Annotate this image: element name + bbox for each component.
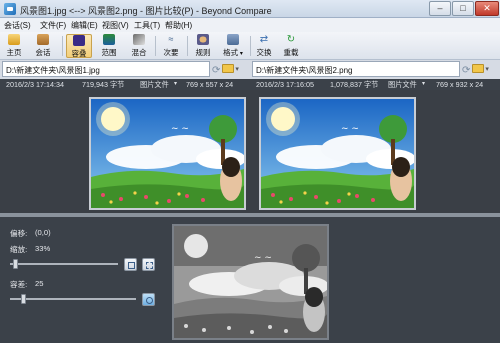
right-refresh-icon[interactable]: ⟳ [462,65,470,76]
right-folder-icon[interactable] [472,64,485,73]
svg-text:~ ~: ~ ~ [171,124,189,134]
left-refresh-icon[interactable]: ⟳ [212,65,220,76]
toolbar-separator [187,36,188,56]
approx-icon: ≈ [168,34,174,44]
svg-text:~ ~: ~ ~ [254,253,272,263]
tolerance-view-button[interactable] [142,293,155,306]
format-button[interactable]: 格式 ▾ [218,34,248,58]
tolerance-slider-thumb[interactable] [20,294,26,304]
range-icon [103,34,115,45]
overlay-button[interactable]: 容叠 [66,34,92,58]
left-folder-icon[interactable] [222,64,235,73]
right-size: 1,078,837 字节 [330,80,379,89]
minimize-button[interactable]: – [429,1,451,16]
format-icon [227,34,239,45]
actual-size-button[interactable] [142,258,155,271]
left-size: 719,943 字节 [82,80,125,89]
tolerance-label: 容差: [10,280,28,289]
menu-view[interactable]: 视图(V) [102,20,129,31]
compare-panel: 偏移: (0,0) 缩放: 33% 容差: 25 ~ ~ [0,217,500,343]
left-date: 2016/2/3 17:14:34 [6,80,64,89]
toolbar-separator [250,36,251,56]
sessions-button[interactable]: 会话 [28,34,58,58]
right-image-pane[interactable]: ~ ~ [250,90,500,213]
left-path-field[interactable]: D:\新建文件夹\风景图1.jpg [2,61,210,77]
home-icon [8,34,20,45]
right-path-field[interactable]: D:\新建文件夹\风景图2.png [252,61,460,77]
left-image: ~ ~ [89,97,246,210]
reload-button[interactable]: ↻ 重载 [280,34,302,58]
actual-size-icon [146,262,153,269]
menu-help[interactable]: 帮助(H) [165,20,192,31]
menu-bar: 会话(S) 文件(F) 编辑(E) 视图(V) 工具(T) 帮助(H) [0,18,500,32]
right-path-text: D:\新建文件夹\风景图2.png [256,66,353,75]
zoom-slider-track[interactable] [10,263,118,265]
right-info-bar: 2016/2/3 17:16:05 1,078,837 字节 图片文件 ▾ 76… [250,79,500,90]
range-button[interactable]: 范围 [96,34,122,58]
rules-button[interactable]: 规则 [190,34,216,58]
right-path-tools: ⟳ ▾ [462,61,500,77]
fit-button[interactable] [124,258,137,271]
window-title: 风景图1.jpg <--> 风景图2.png - 图片比较(P) - Beyon… [20,6,272,16]
difference-image: ~ ~ [172,224,329,340]
rules-icon [197,34,209,45]
zoom-slider-thumb[interactable] [13,259,19,269]
title-bar: 风景图1.jpg <--> 风景图2.png - 图片比较(P) - Beyon… [0,0,500,18]
left-type-dropdown-icon[interactable]: ▾ [174,80,177,87]
offset-value: (0,0) [35,228,51,237]
menu-tools[interactable]: 工具(T) [134,20,160,31]
right-dims: 769 x 932 x 24 [436,80,484,89]
home-button[interactable]: 主页 [3,34,25,58]
menu-file[interactable]: 文件(F) [40,20,66,31]
left-folder-dropdown-icon[interactable]: ▾ [235,65,239,73]
tolerance-slider-track[interactable] [10,298,136,300]
offset-label: 偏移: [10,229,28,238]
tolerance-value: 25 [35,279,44,288]
left-dims: 769 x 557 x 24 [186,80,234,89]
swap-icon: ⇄ [259,34,269,45]
menu-session[interactable]: 会话(S) [4,20,31,31]
briefcase-icon [37,34,49,45]
maximize-button[interactable]: □ [452,1,474,16]
right-folder-dropdown-icon[interactable]: ▾ [485,65,489,73]
toolbar: 主页 会话 容叠 范围 混合 ≈ 次要 规则 格式 ▾ ⇄ 交换 ↻ 重载 [0,32,500,60]
left-info-bar: 2016/2/3 17:14:34 719,943 字节 图片文件 ▾ 769 … [0,79,250,90]
zoom-value: 33% [35,244,51,253]
close-button[interactable]: ✕ [475,1,499,16]
svg-text:~ ~: ~ ~ [341,124,359,134]
right-type: 图片文件 [388,80,417,89]
zoom-label: 缩放: [10,245,28,254]
blend-button[interactable]: 混合 [126,34,152,58]
overlay-icon [73,35,85,46]
toolbar-separator [155,36,156,56]
fit-icon [128,262,135,269]
next-button[interactable]: ≈ 次要 [158,34,184,58]
toolbar-separator [62,36,63,56]
left-type: 图片文件 [140,80,169,89]
right-date: 2016/2/3 17:16:05 [256,80,314,89]
left-path-text: D:\新建文件夹\风景图1.jpg [6,66,100,75]
swap-button[interactable]: ⇄ 交换 [253,34,275,58]
reload-icon: ↻ [286,34,296,45]
app-icon [4,3,16,15]
blend-icon [133,34,145,45]
menu-edit[interactable]: 编辑(E) [71,20,98,31]
left-image-pane[interactable]: ~ ~ [0,90,250,213]
eye-icon [146,297,153,304]
right-image: ~ ~ [259,97,416,210]
right-type-dropdown-icon[interactable]: ▾ [422,80,425,87]
left-path-tools: ⟳ ▾ [212,61,250,77]
